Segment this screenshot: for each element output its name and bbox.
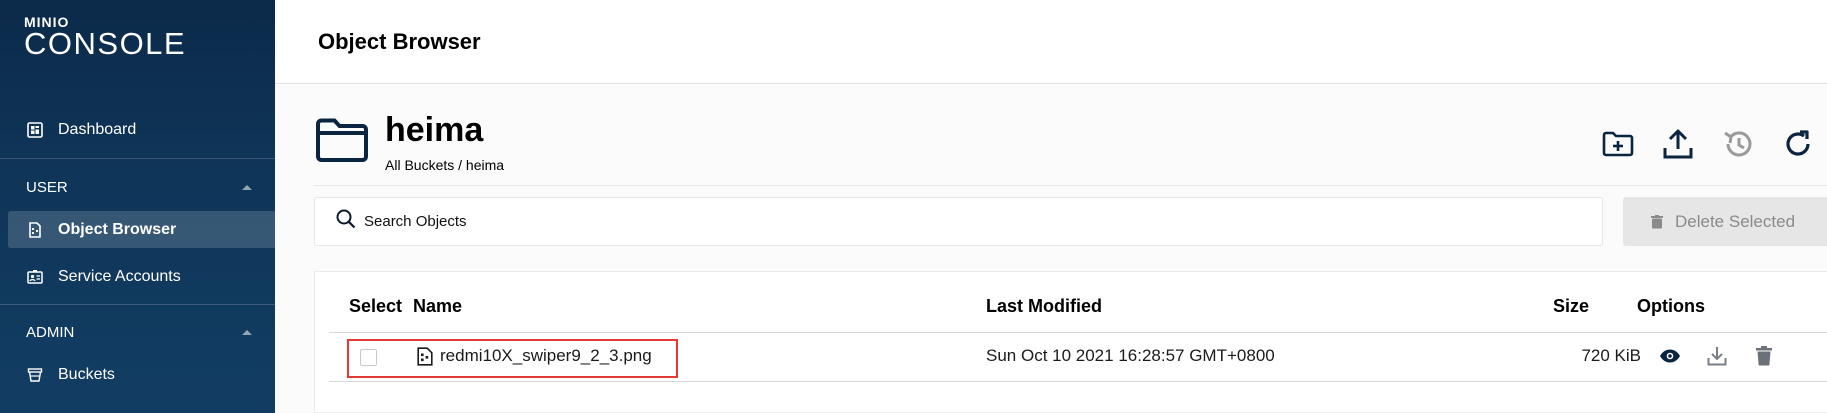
create-folder-button[interactable]	[1598, 126, 1638, 166]
sidebar-item-label: Buckets	[58, 365, 115, 383]
column-header-name[interactable]: Name	[413, 296, 462, 317]
column-header-select[interactable]: Select	[349, 296, 402, 317]
top-bar: Object Browser	[275, 0, 1827, 84]
download-button[interactable]	[1704, 345, 1730, 371]
collapse-caret-icon	[242, 330, 252, 335]
sidebar-item-buckets[interactable]: Buckets	[0, 356, 275, 393]
highlight-box	[347, 339, 678, 378]
eye-icon	[1659, 349, 1681, 368]
trash-icon	[1756, 345, 1772, 371]
page-title: Object Browser	[318, 29, 481, 54]
last-modified: Sun Oct 10 2021 16:28:57 GMT+0800	[986, 346, 1275, 365]
download-icon	[1707, 346, 1727, 371]
column-header-size[interactable]: Size	[1553, 296, 1589, 317]
row-divider	[329, 381, 1827, 382]
refresh-icon	[1782, 128, 1814, 165]
sidebar-section-user[interactable]: USER	[26, 179, 256, 196]
rewind-button[interactable]	[1718, 126, 1758, 166]
objects-table: Select Name Last Modified Size Options r…	[314, 271, 1827, 413]
search-box[interactable]	[314, 197, 1603, 246]
object-browser-icon	[26, 221, 44, 239]
sidebar-item-label: Dashboard	[58, 120, 137, 138]
search-icon	[336, 209, 356, 234]
upload-icon	[1662, 128, 1694, 165]
sidebar-section-admin[interactable]: ADMIN	[26, 324, 256, 341]
trash-icon	[1651, 214, 1663, 229]
bucket-name: heima	[385, 111, 484, 149]
bucket-folder-icon	[314, 116, 370, 169]
logo-big-text: CONSOLE	[24, 26, 187, 61]
header-divider	[314, 185, 1827, 186]
upload-button[interactable]	[1658, 126, 1698, 166]
search-input[interactable]	[364, 213, 1264, 230]
breadcrumb[interactable]: All Buckets / heima	[385, 157, 504, 173]
delete-button[interactable]	[1751, 345, 1777, 371]
sidebar-item-label: Service Accounts	[58, 267, 181, 285]
rewind-icon	[1722, 128, 1754, 165]
collapse-caret-icon	[242, 185, 252, 190]
sidebar-divider	[0, 158, 275, 159]
preview-button[interactable]	[1657, 345, 1683, 371]
sidebar-item-object-browser[interactable]: Object Browser	[8, 211, 275, 248]
dashboard-icon	[26, 121, 44, 139]
delete-selected-label: Delete Selected	[1675, 211, 1796, 231]
section-label: USER	[26, 179, 68, 196]
delete-selected-button[interactable]: Delete Selected	[1623, 197, 1827, 246]
service-accounts-icon	[26, 268, 44, 286]
bucket-icon	[26, 366, 44, 384]
section-label: ADMIN	[26, 324, 75, 341]
header-divider	[329, 332, 1827, 333]
minio-console-logo[interactable]: MINIO CONSOLE	[24, 14, 186, 60]
sidebar-item-dashboard[interactable]: Dashboard	[0, 111, 275, 148]
sidebar-item-service-accounts[interactable]: Service Accounts	[0, 258, 275, 295]
file-size: 720 KiB	[1581, 346, 1641, 365]
create-folder-icon	[1602, 130, 1634, 163]
sidebar-item-label: Object Browser	[58, 220, 177, 238]
sidebar: MINIO CONSOLE Dashboard USER Object Brow…	[0, 0, 275, 413]
sidebar-divider	[0, 304, 275, 305]
column-header-options: Options	[1637, 296, 1705, 316]
column-header-last-modified[interactable]: Last Modified	[986, 296, 1102, 317]
refresh-button[interactable]	[1778, 126, 1818, 166]
